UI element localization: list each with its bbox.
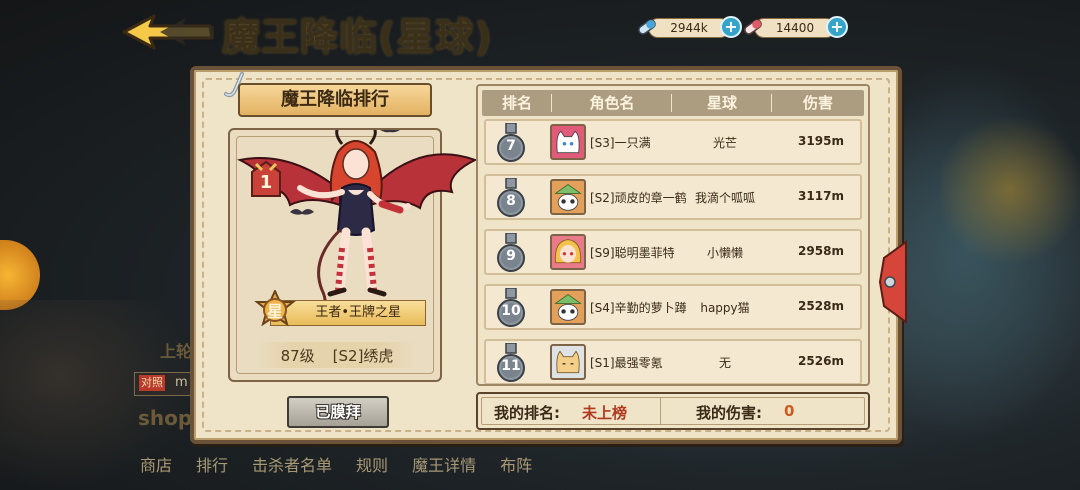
divider xyxy=(660,398,661,424)
row-rank: 9 xyxy=(506,248,516,264)
menu-shop[interactable]: 商店 xyxy=(140,452,172,476)
menu-formation[interactable]: 布阵 xyxy=(500,452,532,476)
page-title: 魔王降临(星球) xyxy=(222,15,493,59)
col-name: 角色名 xyxy=(552,90,672,116)
panda-leaf-hat-avatar xyxy=(550,179,586,215)
currency-blue-value: 2944k xyxy=(648,18,730,38)
blank-cat-avatar xyxy=(550,344,586,380)
row-rank: 10 xyxy=(501,303,521,319)
menu-ranking[interactable]: 排行 xyxy=(196,452,228,476)
col-planet: 星球 xyxy=(672,90,772,116)
table-row[interactable]: 11 [S1]最强零氪 无 2526m xyxy=(484,339,862,384)
background-glow xyxy=(940,110,1080,270)
back-arrow-icon[interactable] xyxy=(120,10,216,52)
row-rank: 11 xyxy=(501,358,521,374)
currency-red-value: 14400 xyxy=(754,18,836,38)
row-damage: 2528m xyxy=(798,299,844,313)
side-tab-button[interactable] xyxy=(878,240,908,324)
menu-rules[interactable]: 规则 xyxy=(356,452,388,476)
my-damage-value: 0 xyxy=(784,402,795,420)
col-rank: 排名 xyxy=(482,90,552,116)
bottom-menu: 商店 排行 击杀者名单 规则 魔王详情 布阵 xyxy=(140,452,556,476)
top-player-rank: 1 xyxy=(259,172,273,193)
table-row[interactable]: 8 [S2]顽皮的章一鹤 我滴个呱呱 3117m xyxy=(484,174,862,220)
row-planet: 光芒 xyxy=(712,136,737,150)
ranking-table: 排名 角色名 星球 伤害 7 [S3]一只满 光芒 3195m 8 [S2]顽皮… xyxy=(476,84,870,386)
menu-killers[interactable]: 击杀者名单 xyxy=(252,452,332,476)
row-rank: 7 xyxy=(506,138,516,154)
background-tag-label: 对照 xyxy=(139,375,165,391)
row-planet: 无 xyxy=(718,356,731,370)
background-tag: 对照 m xyxy=(134,372,198,396)
my-rank-label: 我的排名: xyxy=(494,404,560,422)
col-damage: 伤害 xyxy=(802,94,833,112)
table-header: 排名 角色名 星球 伤害 xyxy=(482,90,864,116)
row-name: [S4]辛勤的萝卜蹲 xyxy=(590,301,687,315)
table-row[interactable]: 9 [S9]聪明墨菲特 小懒懒 2958m xyxy=(484,229,862,275)
top-player-level: 87级 xyxy=(280,347,315,365)
row-name: [S1]最强零氪 xyxy=(590,356,663,370)
background-side-label: 上轮 xyxy=(160,342,193,361)
row-name: [S3]一只满 xyxy=(590,136,651,150)
row-damage: 2526m xyxy=(798,354,844,368)
background-tag-text: m xyxy=(175,375,188,390)
table-row[interactable]: 7 [S3]一只满 光芒 3195m xyxy=(484,119,862,165)
ranking-title: 魔王降临排行 xyxy=(238,83,432,117)
row-planet: 我滴个呱呱 xyxy=(694,191,755,205)
row-damage: 3117m xyxy=(798,189,844,203)
add-red-currency-button[interactable]: + xyxy=(826,16,848,38)
top-player-info: 87级 [S2]绣虎 xyxy=(258,345,416,366)
row-name: [S9]聪明墨菲特 xyxy=(590,246,675,260)
row-damage: 2958m xyxy=(798,244,844,258)
row-damage: 3195m xyxy=(798,134,844,148)
table-row[interactable]: 10 [S4]辛勤的萝卜蹲 happy猫 2528m xyxy=(484,284,862,330)
row-rank: 8 xyxy=(506,193,516,209)
capsule-red-icon xyxy=(744,19,762,35)
row-name: [S2]顽皮的章一鹤 xyxy=(590,191,687,205)
add-blue-currency-button[interactable]: + xyxy=(720,16,742,38)
my-damage-label: 我的伤害: xyxy=(696,404,762,422)
my-rank-value: 未上榜 xyxy=(582,404,628,422)
row-planet: happy猫 xyxy=(700,301,750,315)
row-planet: 小懒懒 xyxy=(706,246,743,260)
menu-boss-details[interactable]: 魔王详情 xyxy=(412,452,476,476)
panda-leaf-hat-avatar xyxy=(550,289,586,325)
blonde-girl-avatar xyxy=(550,234,586,270)
capsule-blue-icon xyxy=(638,19,656,35)
star-badge-text: 星 xyxy=(266,302,283,321)
white-cat-avatar xyxy=(550,124,586,160)
top-player-name: [S2]绣虎 xyxy=(332,347,394,365)
background-shop-label: shop xyxy=(138,406,193,430)
worship-button[interactable]: 已膜拜 xyxy=(287,396,389,428)
